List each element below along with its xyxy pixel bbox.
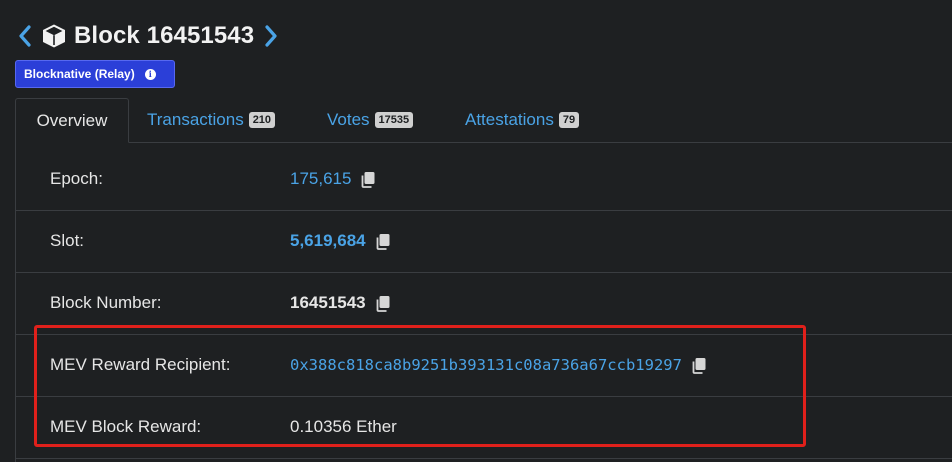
tab-transactions[interactable]: Transactions 210 xyxy=(147,98,276,142)
tab-overview[interactable]: Overview xyxy=(15,98,129,143)
cube-icon xyxy=(40,22,68,50)
block-number-text: 16451543 xyxy=(290,293,366,312)
copy-icon[interactable] xyxy=(375,295,391,312)
tab-count-badge: 17535 xyxy=(374,112,414,128)
epoch-link[interactable]: 175,615 xyxy=(290,169,351,189)
tab-count-badge: 210 xyxy=(248,112,276,128)
epoch-label: Epoch: xyxy=(50,169,103,188)
block-page: Block 16451543 Blocknative (Relay) i Ove… xyxy=(0,0,952,462)
mev-reward-label: MEV Block Reward: xyxy=(50,417,202,436)
slot-link[interactable]: 5,619,684 xyxy=(290,231,366,251)
page-header: Block 16451543 xyxy=(14,18,282,54)
tab-attestations[interactable]: Attestations 79 xyxy=(465,98,580,142)
relay-badge-label: Blocknative (Relay) xyxy=(24,67,135,81)
slot-row: Slot: 5,619,684 xyxy=(16,210,952,273)
block-number-label: Block Number: xyxy=(50,293,162,312)
copy-icon[interactable] xyxy=(691,357,707,374)
epoch-row: Epoch: 175,615 xyxy=(16,148,952,211)
relay-badge[interactable]: Blocknative (Relay) i xyxy=(15,60,175,88)
mev-recipient-label: MEV Reward Recipient: xyxy=(50,355,231,374)
slot-value: 5,619,684 xyxy=(290,231,391,251)
chevron-left-icon[interactable] xyxy=(14,21,36,51)
tab-count-badge: 79 xyxy=(558,112,580,128)
mev-reward-text: 0.10356 Ether xyxy=(290,417,397,436)
mev-recipient-row: MEV Reward Recipient: 0x388c818ca8b9251b… xyxy=(16,334,952,397)
tab-label: Transactions xyxy=(147,110,244,129)
mev-reward-row: MEV Block Reward: 0.10356 Ether xyxy=(16,396,952,459)
tab-label: Votes xyxy=(327,110,370,129)
overview-panel: Epoch: 175,615 Slot: 5,619,684 Block Num… xyxy=(15,142,952,462)
block-number-row: Block Number: 16451543 xyxy=(16,272,952,335)
slot-label: Slot: xyxy=(50,231,85,250)
tab-label: Overview xyxy=(36,110,108,130)
tab-votes[interactable]: Votes 17535 xyxy=(327,98,414,142)
block-number-value: 16451543 xyxy=(290,293,391,313)
mev-recipient-value: 0x388c818ca8b9251b393131c08a736a67ccb192… xyxy=(290,356,707,374)
info-icon[interactable]: i xyxy=(144,68,156,80)
copy-icon[interactable] xyxy=(360,171,376,188)
epoch-value: 175,615 xyxy=(290,169,376,189)
copy-icon[interactable] xyxy=(375,233,391,250)
mev-reward-value: 0.10356 Ether xyxy=(290,417,397,437)
tab-label: Attestations xyxy=(465,110,554,129)
page-title: Block 16451543 xyxy=(74,22,255,49)
chevron-right-icon[interactable] xyxy=(260,21,282,51)
mev-recipient-address-link[interactable]: 0x388c818ca8b9251b393131c08a736a67ccb192… xyxy=(290,356,682,374)
tab-bar: Overview Transactions 210 Votes 17535 At… xyxy=(15,98,952,143)
